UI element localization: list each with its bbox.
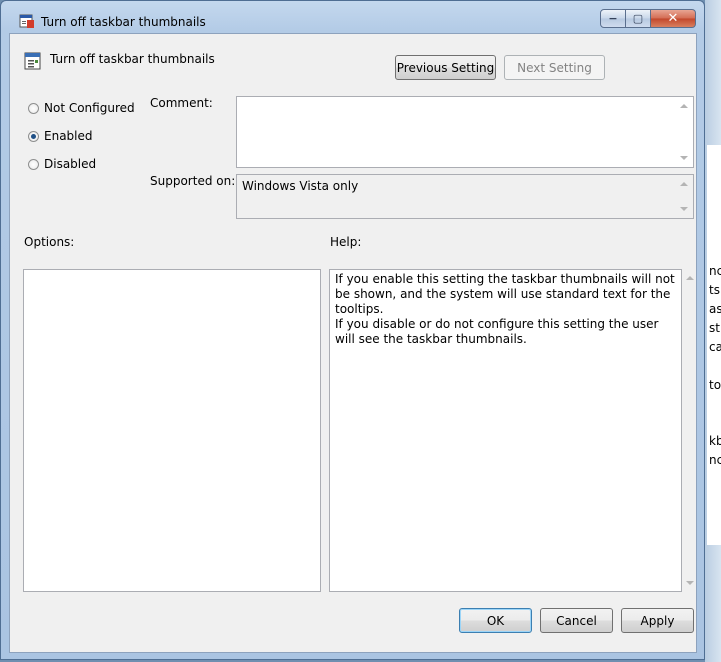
- policy-setting-dialog: Turn off taskbar thumbnails − ▢ ✕ Turn o…: [0, 0, 705, 660]
- radio-button[interactable]: [28, 158, 39, 170]
- help-scrollbar[interactable]: [682, 269, 699, 592]
- caption-buttons: − ▢ ✕: [600, 9, 696, 29]
- help-label: Help:: [330, 235, 362, 249]
- scroll-up-icon[interactable]: [680, 182, 688, 186]
- background-text: nc: [709, 264, 721, 278]
- setting-icon: [24, 52, 41, 70]
- radio-label: Not Configured: [44, 101, 135, 115]
- radio-label: Enabled: [44, 129, 93, 143]
- supported-on-field: Windows Vista only: [236, 174, 694, 219]
- options-label: Options:: [24, 235, 75, 249]
- radio-button[interactable]: [28, 130, 39, 142]
- ok-button[interactable]: OK: [459, 608, 532, 633]
- radio-not-configured[interactable]: Not Configured: [28, 101, 135, 115]
- maximize-icon: ▢: [632, 12, 644, 25]
- radio-label: Disabled: [44, 157, 97, 171]
- background-text: ts: [709, 283, 720, 297]
- supported-on-label: Supported on:: [150, 174, 236, 188]
- close-icon: ✕: [667, 11, 679, 26]
- minimize-button[interactable]: −: [600, 9, 626, 28]
- radio-button[interactable]: [28, 102, 39, 114]
- help-paragraph: If you enable this setting the taskbar t…: [335, 272, 675, 316]
- ok-label: OK: [486, 613, 505, 628]
- setting-title: Turn off taskbar thumbnails: [50, 52, 215, 66]
- apply-label: Apply: [640, 613, 675, 628]
- radio-disabled[interactable]: Disabled: [28, 157, 96, 171]
- maximize-button[interactable]: ▢: [626, 9, 651, 28]
- comment-scrollbar[interactable]: [676, 97, 693, 167]
- background-text: ca: [709, 340, 721, 354]
- comment-label: Comment:: [150, 96, 213, 110]
- supported-on-value: Windows Vista only: [242, 179, 359, 193]
- comment-input[interactable]: [236, 96, 694, 168]
- minimize-icon: −: [608, 12, 618, 25]
- scroll-up-icon[interactable]: [680, 104, 688, 108]
- scroll-down-icon[interactable]: [686, 581, 694, 585]
- help-paragraph: If you disable or do not configure this …: [335, 317, 659, 346]
- background-text: kb: [709, 434, 721, 448]
- cancel-label: Cancel: [556, 613, 597, 628]
- title-bar[interactable]: Turn off taskbar thumbnails − ▢ ✕: [1, 1, 704, 33]
- close-button[interactable]: ✕: [651, 9, 696, 28]
- help-pane: If you enable this setting the taskbar t…: [329, 269, 682, 592]
- radio-enabled[interactable]: Enabled: [28, 129, 93, 143]
- next-setting-button[interactable]: Next Setting: [504, 55, 605, 80]
- window-title: Turn off taskbar thumbnails: [41, 15, 206, 29]
- apply-button[interactable]: Apply: [621, 608, 694, 633]
- policy-icon: [19, 14, 34, 28]
- cancel-button[interactable]: Cancel: [540, 608, 613, 633]
- background-text: nc: [709, 453, 721, 467]
- previous-setting-label: Previous Setting: [396, 60, 495, 75]
- background-text: as: [709, 302, 721, 316]
- previous-setting-button[interactable]: Previous Setting: [395, 55, 496, 80]
- options-pane: [23, 269, 321, 592]
- scroll-up-icon[interactable]: [686, 276, 694, 280]
- scroll-down-icon[interactable]: [680, 207, 688, 211]
- scroll-down-icon[interactable]: [680, 156, 688, 160]
- dialog-content: Turn off taskbar thumbnails Previous Set…: [9, 33, 697, 653]
- background-text: to: [709, 378, 721, 392]
- background-text: st: [709, 321, 720, 335]
- supported-on-scrollbar[interactable]: [676, 175, 693, 218]
- next-setting-label: Next Setting: [517, 60, 592, 75]
